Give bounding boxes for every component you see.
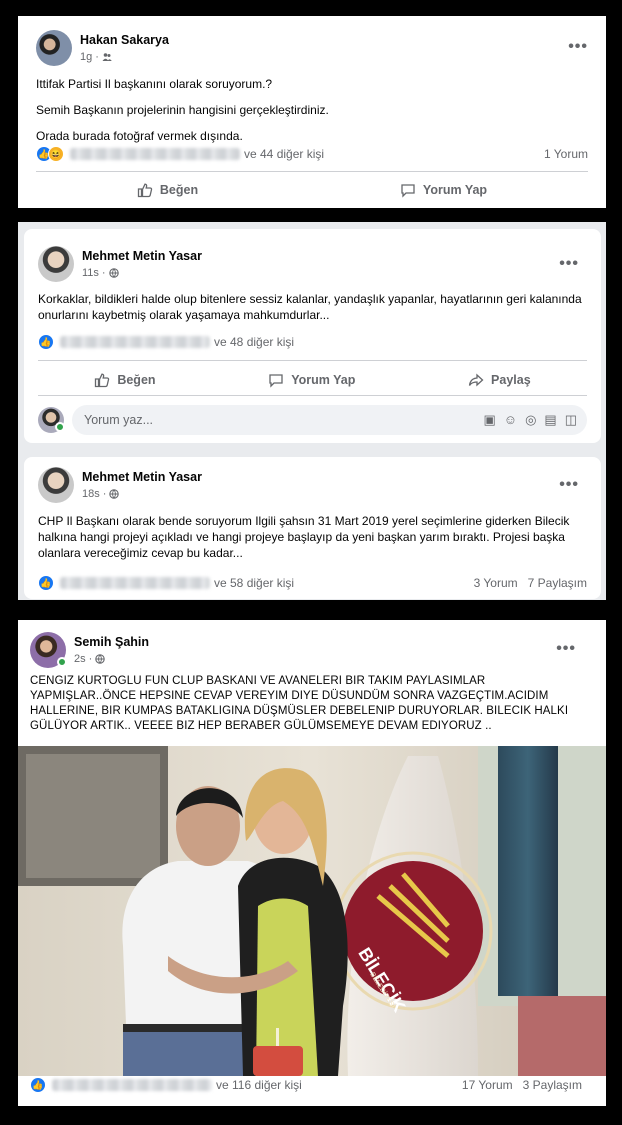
sticker-face-icon[interactable]: ◫ bbox=[565, 412, 577, 428]
books-stack bbox=[518, 996, 606, 1076]
comment-label: Yorum Yap bbox=[291, 373, 356, 387]
avatar[interactable] bbox=[36, 30, 72, 66]
like-icon bbox=[95, 373, 110, 388]
more-options-icon[interactable]: ••• bbox=[556, 640, 576, 658]
share-button[interactable]: Paylaş bbox=[468, 372, 531, 388]
like-reaction-icon[interactable]: 👍 bbox=[38, 334, 54, 350]
post-card-1: Hakan Sakarya 1g · ••• Ittifak Partisi I… bbox=[18, 16, 606, 208]
dot-separator: · bbox=[101, 267, 106, 279]
like-button[interactable]: Beğen bbox=[137, 182, 198, 198]
reactions-count[interactable]: ve 44 diğer kişi bbox=[244, 147, 324, 161]
post-card-2: Mehmet Metin Yasar 11s · ••• Korkaklar, … bbox=[24, 229, 601, 443]
globe-icon bbox=[95, 654, 106, 664]
avatar[interactable] bbox=[30, 632, 67, 668]
curtain bbox=[498, 746, 558, 996]
post-paragraph: Orada burada fotoğraf vermek dışında. bbox=[36, 129, 243, 143]
globe-icon bbox=[108, 268, 119, 278]
comments-count[interactable]: 17 Yorum bbox=[462, 1078, 513, 1092]
author-name[interactable]: Mehmet Metin Yasar bbox=[82, 249, 202, 263]
share-icon bbox=[468, 373, 484, 387]
post-header: Mehmet Metin Yasar 11s · bbox=[38, 246, 202, 282]
post-card-3: Mehmet Metin Yasar 18s · ••• CHP Il Başk… bbox=[24, 457, 601, 599]
cake bbox=[253, 1046, 303, 1076]
reactions-bar: 👍 ve 116 diğer kişi 17 Yorum 3 Paylaşım bbox=[30, 1077, 582, 1093]
author-name[interactable]: Mehmet Metin Yasar bbox=[82, 470, 202, 484]
globe-icon bbox=[109, 489, 120, 499]
post-paragraph: Ittifak Partisi Il başkanını olarak soru… bbox=[36, 77, 273, 91]
reactions-bar: 👍 😆 ve 44 diğer kişi 1 Yorum bbox=[36, 146, 588, 162]
emoji-icon[interactable]: ☺ bbox=[504, 412, 517, 428]
avatar[interactable] bbox=[38, 246, 74, 282]
avatar[interactable] bbox=[38, 467, 74, 503]
post-header: Semih Şahin 2s · bbox=[30, 632, 149, 668]
post-time[interactable]: 18s bbox=[82, 488, 100, 500]
like-button[interactable]: Beğen bbox=[94, 372, 156, 388]
online-indicator bbox=[57, 657, 67, 667]
post-text: CENGIZ KURTOGLU FUN CLUP BASKANI VE AVAN… bbox=[30, 675, 569, 732]
current-user-avatar[interactable] bbox=[38, 407, 65, 433]
divider bbox=[38, 395, 587, 396]
post-text: Ittifak Partisi Il başkanını olarak soru… bbox=[36, 76, 588, 154]
divider bbox=[36, 171, 588, 172]
author-name[interactable]: Hakan Sakarya bbox=[80, 33, 169, 47]
camera-icon[interactable]: ◎ bbox=[525, 412, 536, 428]
blurred-names bbox=[70, 148, 240, 160]
comments-count[interactable]: 3 Yorum bbox=[474, 576, 518, 590]
post-header: Hakan Sakarya 1g · bbox=[36, 30, 169, 66]
divider bbox=[38, 360, 587, 361]
comments-count[interactable]: 1 Yorum bbox=[544, 147, 588, 161]
painting-inner bbox=[26, 754, 160, 878]
share-label: Paylaş bbox=[491, 373, 531, 387]
like-icon bbox=[137, 183, 153, 198]
author-name[interactable]: Semih Şahin bbox=[74, 635, 149, 649]
gif-icon[interactable]: ▤ bbox=[544, 412, 556, 428]
post-paragraph: Semih Başkanın projelerinin hangisini ge… bbox=[36, 103, 329, 117]
comment-icon bbox=[269, 374, 283, 388]
comment-input[interactable]: Yorum yaz... ▣ ☺ ◎ ▤ ◫ bbox=[72, 405, 587, 435]
reactions-count[interactable]: ve 58 diğer kişi bbox=[214, 576, 294, 590]
post-header: Mehmet Metin Yasar 18s · bbox=[38, 467, 202, 503]
shares-count[interactable]: 3 Paylaşım bbox=[523, 1078, 582, 1092]
dot-separator: · bbox=[102, 488, 107, 500]
comment-placeholder: Yorum yaz... bbox=[84, 413, 154, 427]
reactions-count[interactable]: ve 116 diğer kişi bbox=[216, 1078, 302, 1092]
post-actions: Beğen Yorum Yap Paylaş bbox=[38, 372, 587, 388]
blurred-names bbox=[60, 577, 210, 589]
more-options-icon[interactable]: ••• bbox=[559, 255, 579, 273]
post-text: CHP Il Başkanı olarak bende soruyorum Il… bbox=[38, 514, 570, 560]
comment-button[interactable]: Yorum Yap bbox=[400, 182, 487, 198]
comment-composer: Yorum yaz... ▣ ☺ ◎ ▤ ◫ bbox=[38, 405, 587, 435]
blurred-names bbox=[52, 1079, 212, 1091]
more-options-icon[interactable]: ••• bbox=[568, 38, 588, 56]
post-time[interactable]: 1g bbox=[80, 51, 92, 63]
more-options-icon[interactable]: ••• bbox=[559, 476, 579, 494]
post-time[interactable]: 2s bbox=[74, 653, 86, 665]
photo-image: BİLECİK BELEDİYESİ bbox=[18, 746, 606, 1076]
like-label: Beğen bbox=[159, 183, 199, 197]
post-time[interactable]: 11s bbox=[82, 267, 99, 279]
comment-label: Yorum Yap bbox=[422, 183, 488, 197]
post-card-4: Semih Şahin 2s · ••• CENGIZ KURTOGLU FUN… bbox=[18, 620, 606, 1106]
candle bbox=[276, 1028, 279, 1046]
friends-icon bbox=[102, 53, 112, 61]
dot-separator: · bbox=[95, 51, 99, 63]
reactions-bar: 👍 ve 58 diğer kişi 3 Yorum 7 Paylaşım bbox=[38, 575, 587, 591]
post-actions: Beğen Yorum Yap bbox=[36, 182, 588, 198]
like-label: Beğen bbox=[117, 373, 156, 387]
shares-count[interactable]: 7 Paylaşım bbox=[528, 576, 587, 590]
post-photo[interactable]: BİLECİK BELEDİYESİ bbox=[18, 746, 606, 1076]
comment-button[interactable]: Yorum Yap bbox=[268, 372, 355, 388]
sticker-icon[interactable]: ▣ bbox=[483, 412, 495, 428]
like-reaction-icon[interactable]: 👍 bbox=[38, 575, 54, 591]
like-reaction-icon[interactable]: 👍 bbox=[30, 1077, 46, 1093]
comment-icon bbox=[401, 184, 415, 198]
dot-separator: · bbox=[88, 653, 93, 665]
blurred-names bbox=[60, 336, 210, 348]
haha-reaction-icon[interactable]: 😆 bbox=[48, 146, 64, 162]
reactions-count[interactable]: ve 48 diğer kişi bbox=[214, 335, 294, 349]
reactions-bar: 👍 ve 48 diğer kişi bbox=[38, 334, 583, 350]
post-text: Korkaklar, bildikleri halde olup bitenle… bbox=[38, 292, 582, 322]
online-indicator bbox=[55, 422, 65, 432]
